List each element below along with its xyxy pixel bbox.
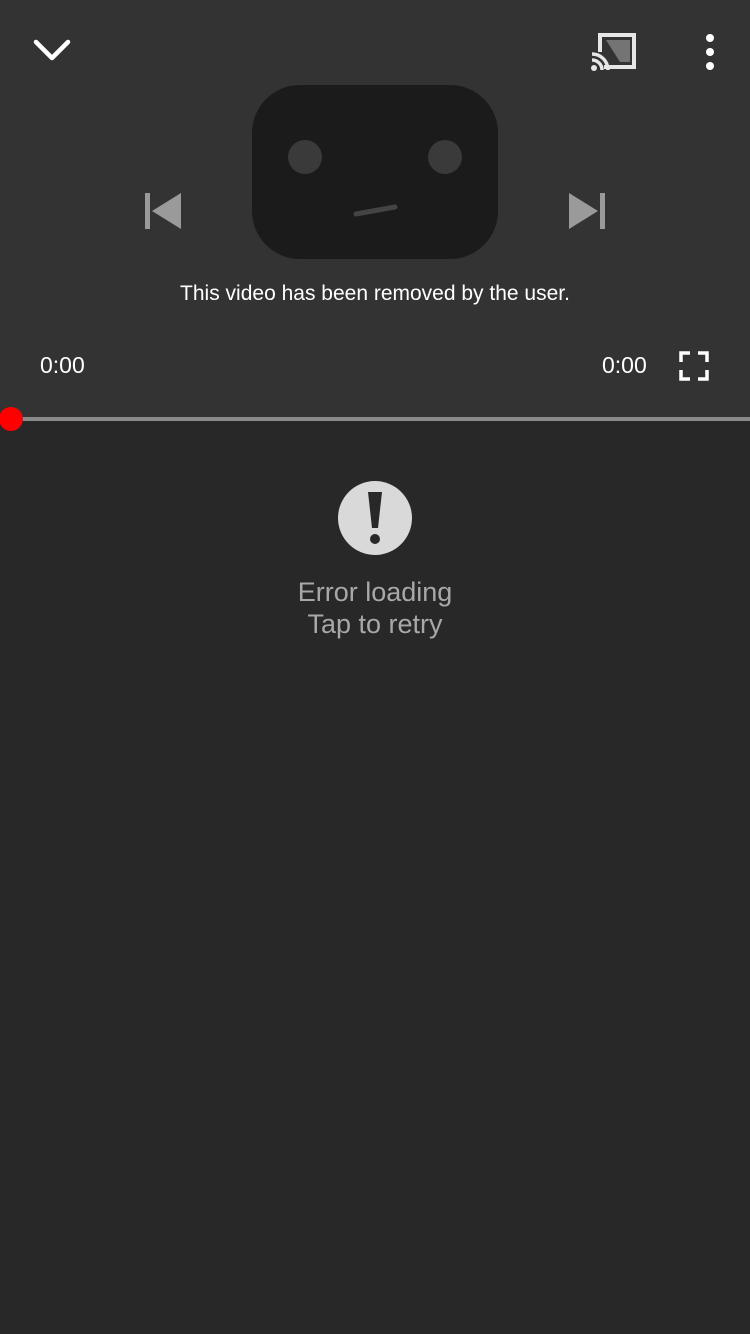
more-options-button[interactable] bbox=[686, 24, 734, 80]
chevron-down-icon bbox=[33, 39, 71, 61]
error-line-2: Tap to retry bbox=[307, 609, 443, 639]
error-line-1: Error loading bbox=[297, 577, 453, 607]
cast-button[interactable] bbox=[584, 24, 644, 80]
skip-next-icon bbox=[569, 193, 605, 229]
skip-previous-icon bbox=[145, 193, 181, 229]
error-message: Error loading Tap to retry bbox=[298, 576, 453, 640]
fullscreen-button[interactable] bbox=[670, 342, 718, 390]
total-time: 0:00 bbox=[602, 352, 647, 378]
current-time: 0:00 bbox=[40, 352, 85, 378]
fullscreen-icon bbox=[679, 351, 709, 381]
player-message: This video has been removed by the user. bbox=[180, 282, 570, 305]
more-vert-icon bbox=[706, 34, 714, 70]
previous-button[interactable] bbox=[132, 180, 194, 242]
cast-icon bbox=[590, 33, 636, 72]
error-exclamation-icon bbox=[338, 481, 412, 555]
progress-bar[interactable] bbox=[0, 417, 750, 421]
video-player[interactable]: This video has been removed by the user.… bbox=[0, 0, 750, 420]
next-button[interactable] bbox=[556, 180, 618, 242]
error-retry-area[interactable]: Error loading Tap to retry bbox=[0, 480, 750, 650]
sad-tv-icon bbox=[252, 85, 498, 259]
collapse-button[interactable] bbox=[22, 22, 82, 78]
scrubber-handle[interactable] bbox=[0, 407, 23, 431]
